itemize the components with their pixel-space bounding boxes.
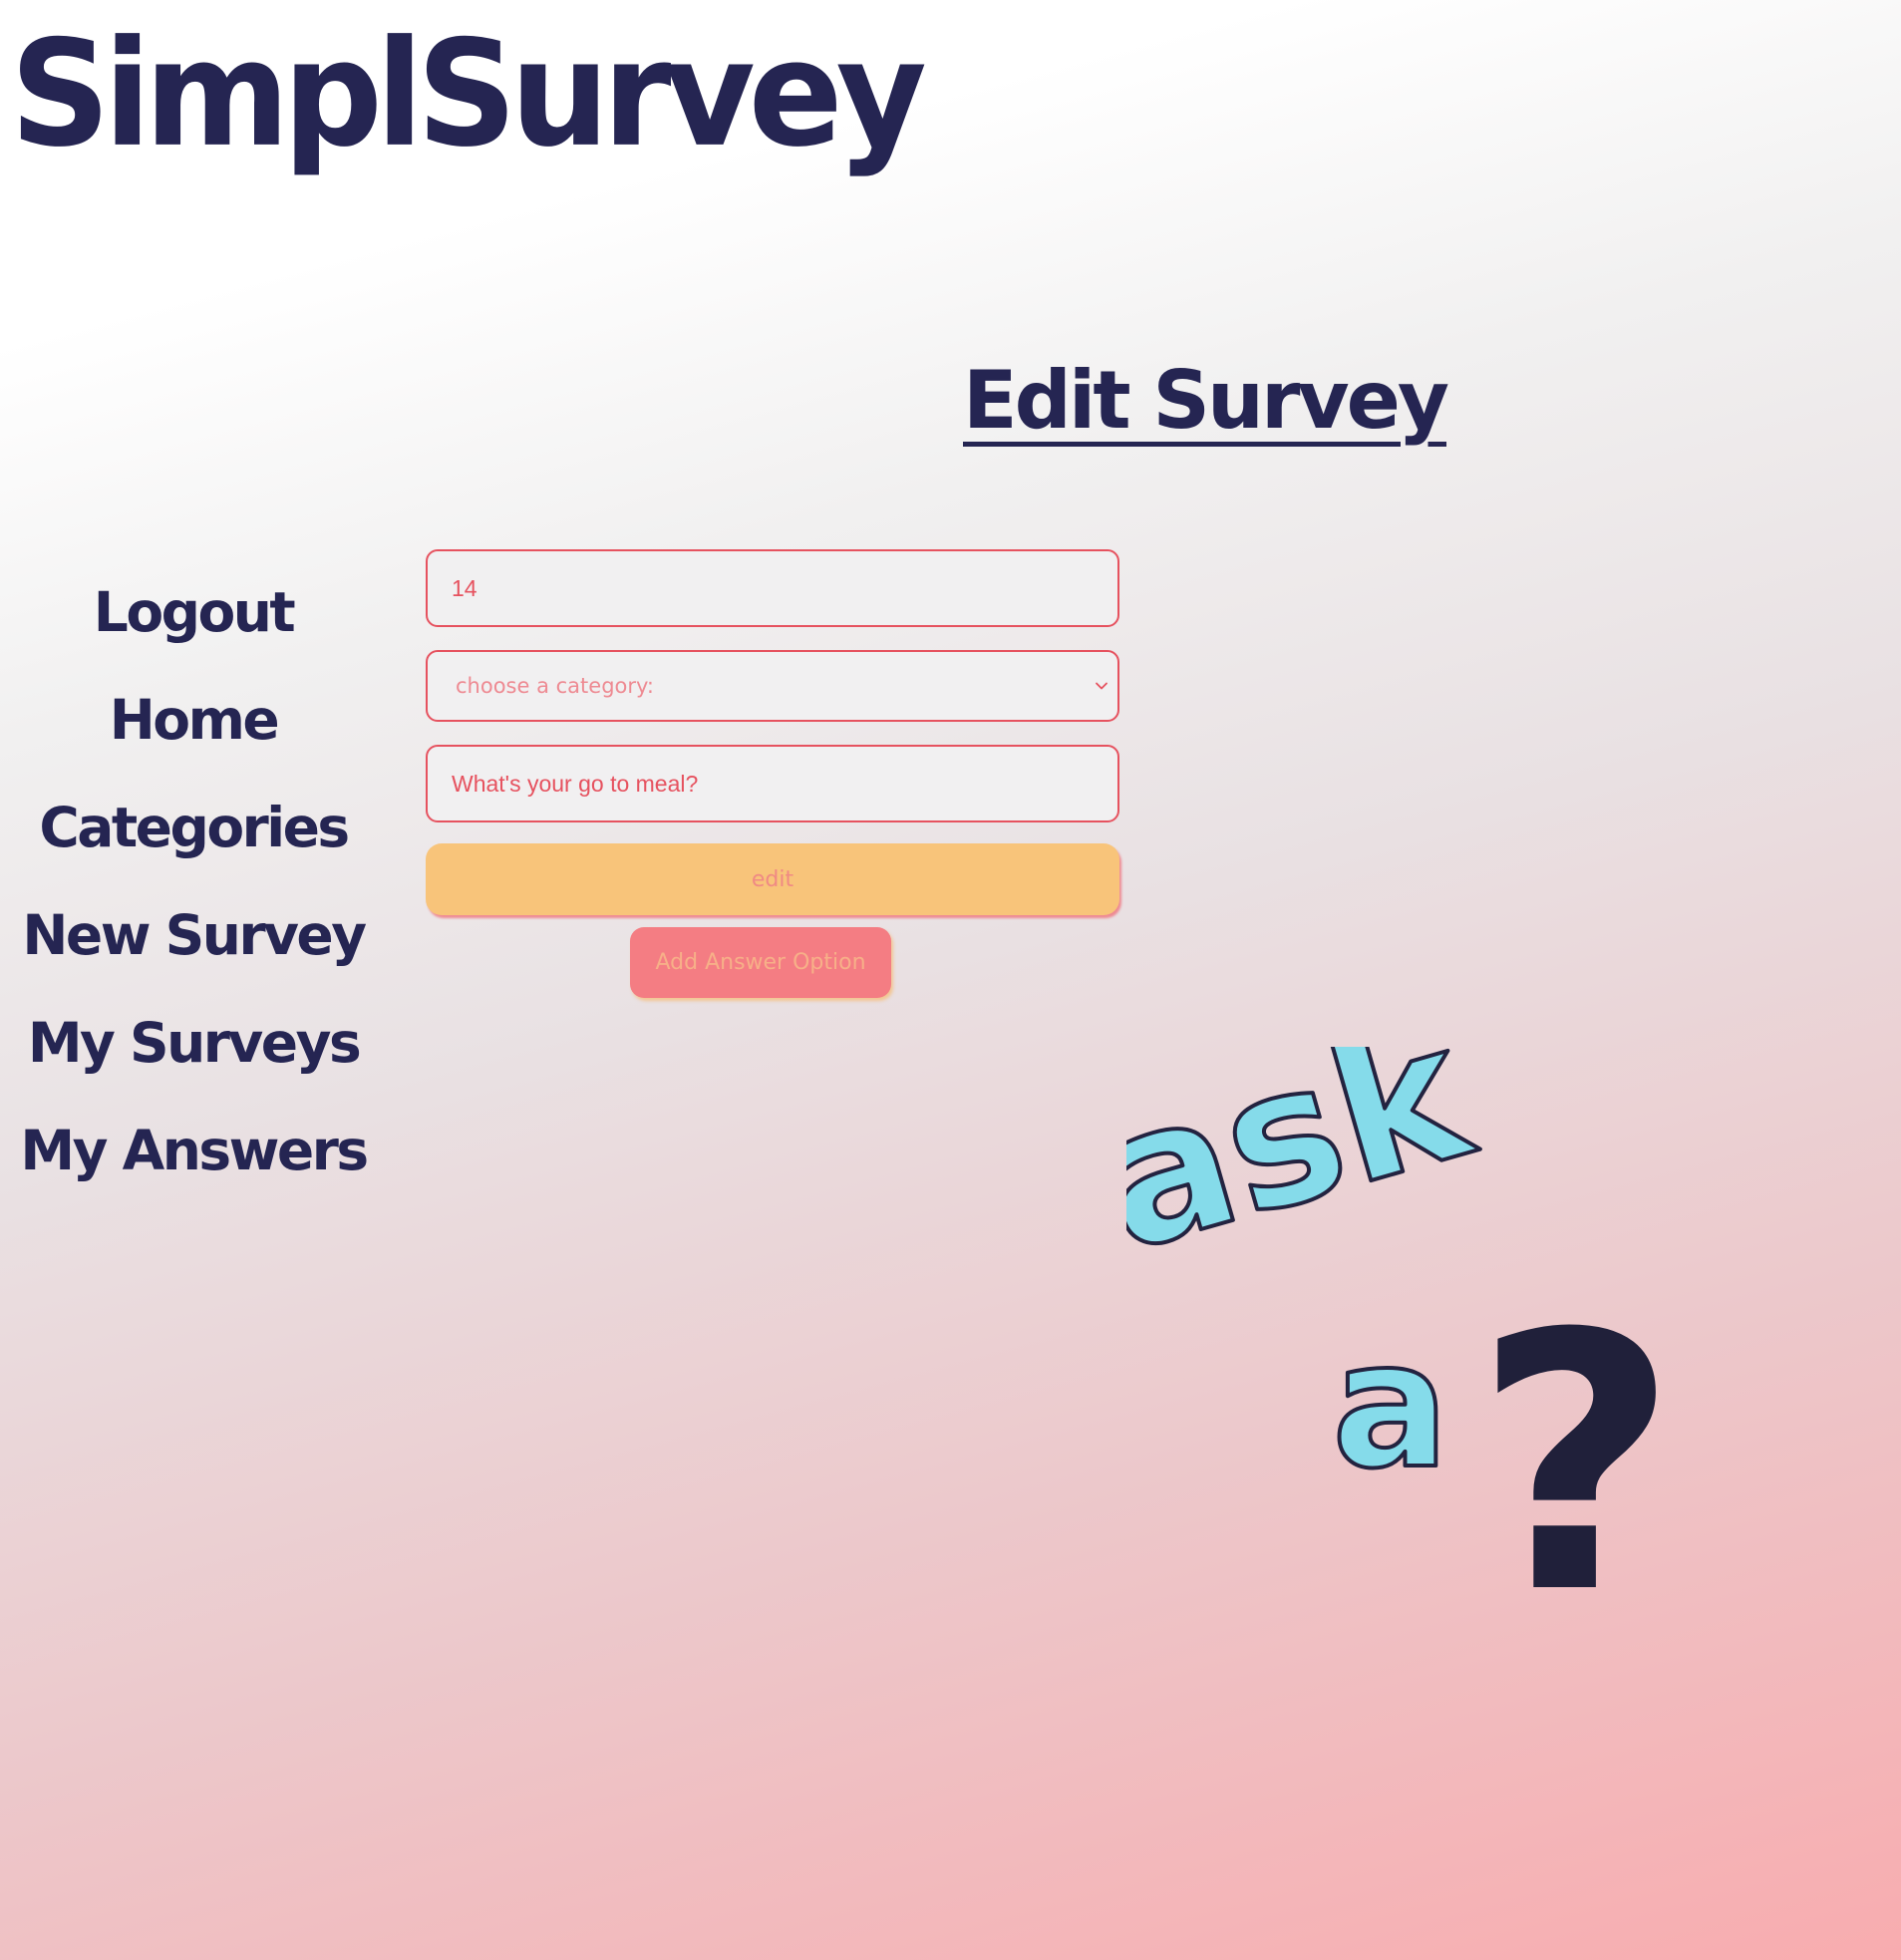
edit-button[interactable]: edit bbox=[426, 843, 1119, 915]
logout-link[interactable]: Logout bbox=[94, 580, 296, 644]
sidebar-item-my-answers: My Answers bbox=[0, 1097, 387, 1204]
sidebar-item-categories: Categories bbox=[0, 774, 387, 881]
chevron-down-icon bbox=[1096, 682, 1108, 690]
categories-link[interactable]: Categories bbox=[39, 796, 350, 859]
sidebar-item-new-survey: New Survey bbox=[0, 881, 387, 989]
survey-id-field[interactable] bbox=[426, 549, 1119, 627]
category-select[interactable]: choose a category: bbox=[426, 650, 1119, 722]
my-answers-link[interactable]: My Answers bbox=[20, 1119, 369, 1182]
sidebar-item-logout: Logout bbox=[0, 558, 387, 666]
category-select-value: choose a category: bbox=[456, 674, 654, 698]
app-title: SimplSurvey bbox=[10, 9, 927, 180]
new-survey-link[interactable]: New Survey bbox=[22, 903, 367, 967]
ask-word: ask bbox=[1126, 1047, 1492, 1294]
add-answer-option-button[interactable]: Add Answer Option bbox=[630, 927, 891, 998]
sidebar-item-my-surveys: My Surveys bbox=[0, 989, 387, 1097]
my-surveys-link[interactable]: My Surveys bbox=[28, 1011, 362, 1075]
question-field[interactable] bbox=[426, 745, 1119, 822]
ask-a-question-graphic: ask a ? bbox=[1126, 1047, 1679, 1625]
edit-survey-form: choose a category: edit Add Answer Optio… bbox=[426, 549, 1119, 998]
sidebar-list: Logout Home Categories New Survey My Sur… bbox=[0, 558, 387, 1204]
page-title: Edit Survey bbox=[963, 354, 1449, 447]
home-link[interactable]: Home bbox=[110, 688, 280, 752]
question-mark-icon: ? bbox=[1473, 1258, 1679, 1625]
sidebar-item-home: Home bbox=[0, 666, 387, 774]
a-word: a bbox=[1332, 1305, 1449, 1507]
